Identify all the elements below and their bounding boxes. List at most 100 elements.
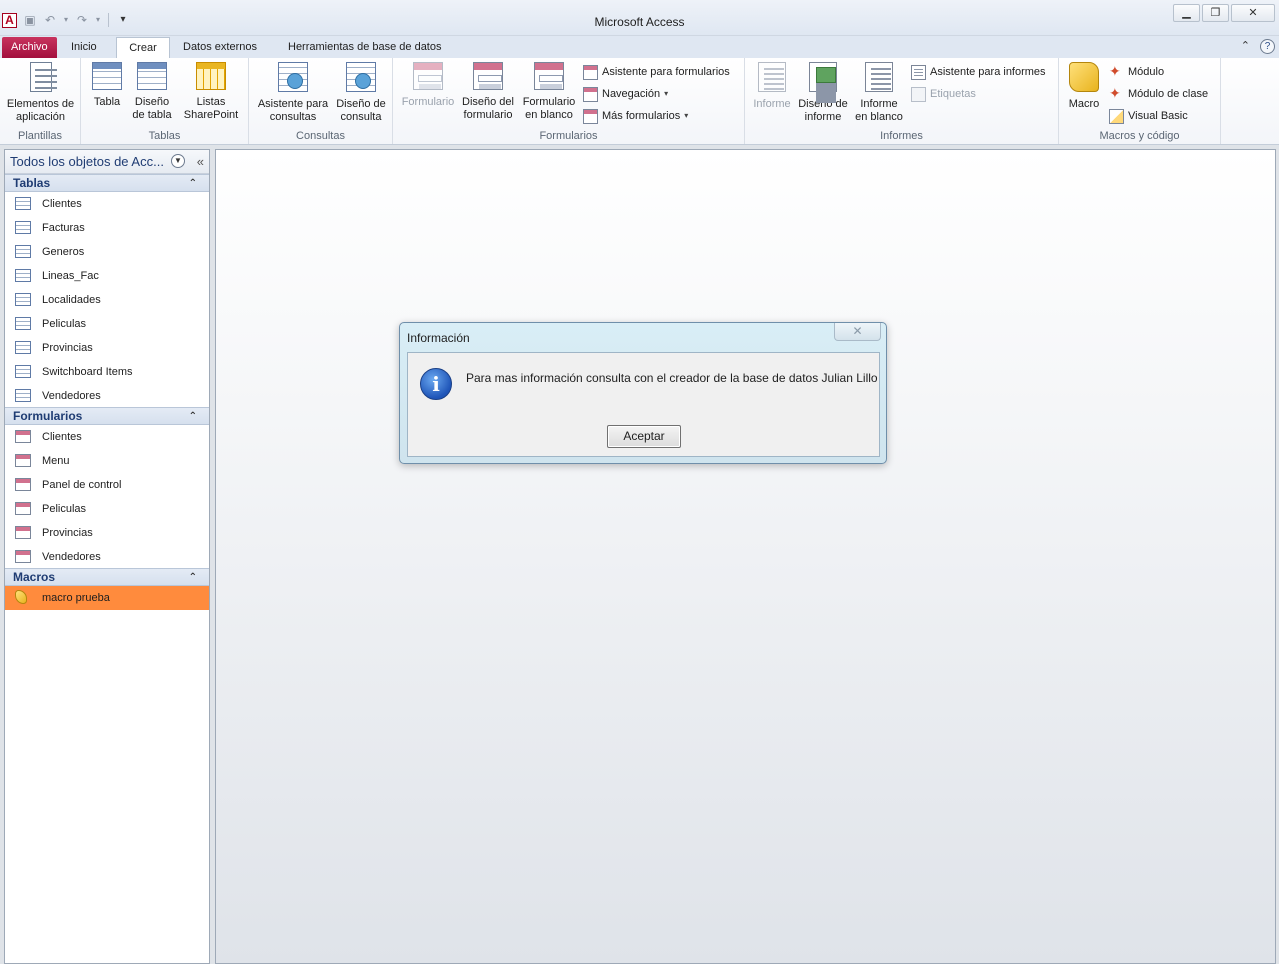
nav-item-label: Vendedores [42, 551, 101, 563]
aceptar-button[interactable]: Aceptar [607, 425, 681, 448]
diseno-formulario-label: Diseño del formulario [462, 96, 514, 121]
minimize-button[interactable]: ▁ [1173, 4, 1200, 22]
help-icon[interactable]: ? [1260, 39, 1275, 54]
minimize-ribbon-icon[interactable]: ⌃ [1241, 39, 1250, 54]
nav-item-formulario[interactable]: Peliculas [5, 497, 209, 521]
informe-label: Informe [753, 98, 791, 110]
table-icon [15, 317, 31, 330]
nav-item-tabla[interactable]: Vendedores [5, 384, 209, 407]
informe-blanco-button[interactable]: Informe en blanco [852, 62, 906, 124]
tab-herramientas[interactable]: Herramientas de base de datos [279, 37, 450, 58]
modulo-button[interactable]: Módulo [1109, 62, 1164, 82]
nav-group-tablas[interactable]: Tablas ⌃ [5, 174, 209, 192]
nav-group-formularios[interactable]: Formularios ⌃ [5, 407, 209, 425]
tab-crear[interactable]: Crear [116, 37, 170, 58]
nav-item-formulario[interactable]: Panel de control [5, 473, 209, 497]
nav-item-tabla[interactable]: Peliculas [5, 312, 209, 336]
group-formularios: Formulario Diseño del formulario Formula… [393, 58, 745, 144]
etiquetas-button[interactable]: Etiquetas [911, 84, 976, 104]
collapse-pane-icon[interactable]: « [197, 150, 204, 173]
informe-button[interactable]: Informe [749, 62, 795, 111]
tab-inicio[interactable]: Inicio [62, 37, 106, 58]
formulario-blanco-button[interactable]: Formulario en blanco [519, 62, 579, 122]
nav-item-label: Generos [42, 246, 85, 258]
nav-item-label: Panel de control [42, 479, 122, 491]
form-icon [15, 454, 31, 467]
mas-formularios-button[interactable]: Más formularios ▾ [583, 106, 688, 126]
nav-item-tabla[interactable]: Switchboard Items [5, 360, 209, 384]
form-icon [15, 478, 31, 491]
form-icon [15, 550, 31, 563]
collapse-group-icon[interactable]: ⌃ [189, 569, 197, 586]
info-icon: i [420, 368, 452, 400]
nav-item-macro[interactable]: macro prueba [5, 586, 209, 610]
table-icon [15, 197, 31, 210]
asistente-consultas-button[interactable]: Asistente para consultas [255, 62, 331, 124]
diseno-tabla-button[interactable]: Diseño de tabla [129, 62, 175, 122]
diseno-consulta-button[interactable]: Diseño de consulta [333, 62, 389, 124]
visual-basic-button[interactable]: Visual Basic [1109, 106, 1188, 126]
form-icon [15, 526, 31, 539]
table-icon [15, 269, 31, 282]
nav-item-label: Switchboard Items [42, 366, 133, 378]
group-macros: Macro Módulo Módulo de clase Visual Basi… [1059, 58, 1221, 144]
nav-item-tabla[interactable]: Localidades [5, 288, 209, 312]
dialog-message: Para mas información consulta con el cre… [466, 371, 878, 385]
asistente-informes-button[interactable]: Asistente para informes [911, 62, 1046, 82]
restore-button[interactable]: ❐ [1202, 4, 1229, 22]
tabla-button[interactable]: Tabla [89, 62, 125, 109]
modulo-clase-button[interactable]: Módulo de clase [1109, 84, 1208, 104]
nav-item-tabla[interactable]: Facturas [5, 216, 209, 240]
form-icon [15, 430, 31, 443]
tab-datos-externos[interactable]: Datos externos [174, 37, 266, 58]
collapse-group-icon[interactable]: ⌃ [189, 408, 197, 425]
asistente-formularios-label: Asistente para formularios [602, 66, 730, 78]
form-icon [413, 62, 443, 90]
diseno-formulario-button[interactable]: Diseño del formulario [459, 62, 517, 122]
title-bar: A ▣ ↶ ▾ ↷ ▾ ▾ Microsoft Access ▁ ❐ ✕ [0, 0, 1279, 36]
nav-group-macros[interactable]: Macros ⌃ [5, 568, 209, 586]
nav-item-label: Facturas [42, 222, 85, 234]
navegacion-button[interactable]: Navegación ▾ [583, 84, 668, 104]
dialog-close-button[interactable]: ✕ [834, 323, 881, 341]
nav-item-label: Vendedores [42, 390, 101, 402]
macro-button[interactable]: Macro [1063, 62, 1105, 111]
table-icon [15, 341, 31, 354]
listas-label: Listas SharePoint [183, 96, 239, 121]
table-icon [92, 62, 122, 90]
chevron-down-icon: ▾ [684, 111, 689, 120]
nav-item-formulario[interactable]: Clientes [5, 425, 209, 449]
chevron-down-icon: ▾ [664, 89, 669, 98]
nav-item-label: Clientes [42, 198, 82, 210]
nav-item-formulario[interactable]: Vendedores [5, 545, 209, 568]
group-label-informes: Informes [880, 130, 923, 142]
diseno-informe-button[interactable]: Diseño de informe [795, 62, 851, 124]
group-plantillas: Elementos de aplicación Plantillas [0, 58, 81, 144]
nav-item-tabla[interactable]: Generos [5, 240, 209, 264]
group-label-plantillas: Plantillas [17, 130, 63, 142]
nav-item-formulario[interactable]: Provincias [5, 521, 209, 545]
tab-archivo[interactable]: Archivo [2, 37, 57, 58]
visual-basic-label: Visual Basic [1128, 110, 1188, 122]
ribbon-tabs: Archivo Inicio Crear Datos externos Herr… [0, 36, 1279, 58]
formulario-button[interactable]: Formulario [398, 62, 458, 109]
nav-item-label: Clientes [42, 431, 82, 443]
nav-item-formulario[interactable]: Menu [5, 449, 209, 473]
group-label-tablas: Tablas [148, 130, 181, 142]
app-parts-icon [29, 62, 57, 92]
group-informes: Informe Diseño de informe Informe en bla… [745, 58, 1059, 144]
nav-item-tabla[interactable]: Clientes [5, 192, 209, 216]
query-design-icon [346, 62, 376, 92]
nav-item-tabla[interactable]: Lineas_Fac [5, 264, 209, 288]
nav-pane-header[interactable]: Todos los objetos de Acc... ▼ « [5, 150, 209, 174]
chevron-down-icon[interactable]: ▼ [171, 154, 185, 168]
navigation-pane: Todos los objetos de Acc... ▼ « Tablas ⌃… [4, 149, 210, 964]
close-window-button[interactable]: ✕ [1231, 4, 1275, 22]
query-wizard-icon [278, 62, 308, 92]
elementos-aplicacion-button[interactable]: Elementos de aplicación [4, 62, 77, 124]
collapse-group-icon[interactable]: ⌃ [189, 175, 197, 192]
table-icon [15, 389, 31, 402]
nav-item-tabla[interactable]: Provincias [5, 336, 209, 360]
listas-sharepoint-button[interactable]: Listas SharePoint [177, 62, 245, 122]
asistente-formularios-button[interactable]: Asistente para formularios [583, 62, 730, 82]
